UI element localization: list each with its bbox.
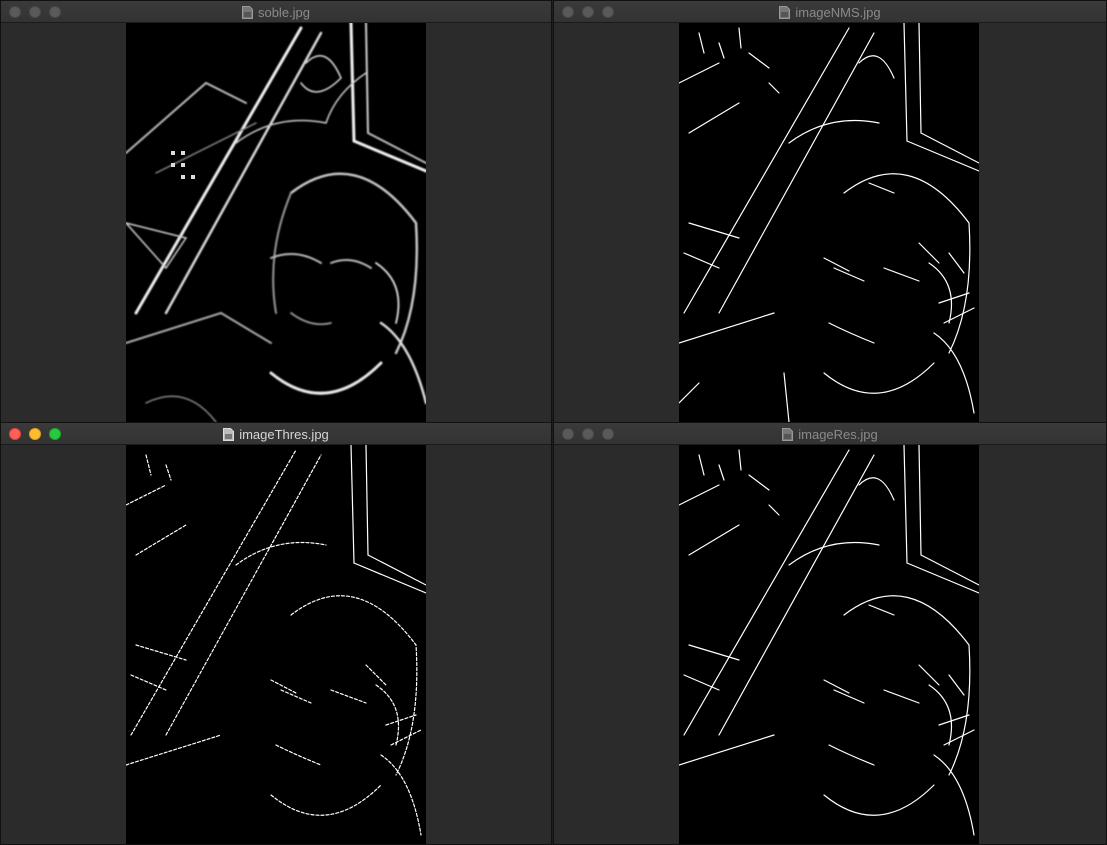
image-file-icon: [782, 427, 794, 441]
title-bar[interactable]: imageThres.jpg: [1, 423, 551, 445]
window-soble[interactable]: soble.jpg: [0, 0, 552, 423]
threshold-edge-image: [126, 445, 426, 844]
title-bar[interactable]: imageRes.jpg: [554, 423, 1106, 445]
nms-edge-image: [679, 23, 979, 422]
image-file-icon: [223, 427, 235, 441]
window-imageRes[interactable]: imageRes.jpg: [553, 422, 1107, 845]
image-canvas: [554, 23, 1106, 422]
result-edge-image: [679, 445, 979, 844]
title-bar[interactable]: soble.jpg: [1, 1, 551, 23]
window-title: imageThres.jpg: [239, 426, 329, 442]
window-title: soble.jpg: [257, 4, 311, 20]
image-canvas: [1, 445, 551, 844]
image-file-icon: [779, 5, 791, 19]
window-title: imageRes.jpg: [798, 426, 878, 442]
window-imageThres[interactable]: imageThres.jpg: [0, 422, 552, 845]
sobel-gradient-image: [126, 23, 426, 422]
window-title: imageNMS.jpg: [795, 4, 881, 20]
image-file-icon: [241, 5, 253, 19]
image-canvas: [554, 445, 1106, 844]
window-imageNMS[interactable]: imageNMS.jpg: [553, 0, 1107, 423]
title-bar[interactable]: imageNMS.jpg: [554, 1, 1106, 23]
image-canvas: [1, 23, 551, 422]
